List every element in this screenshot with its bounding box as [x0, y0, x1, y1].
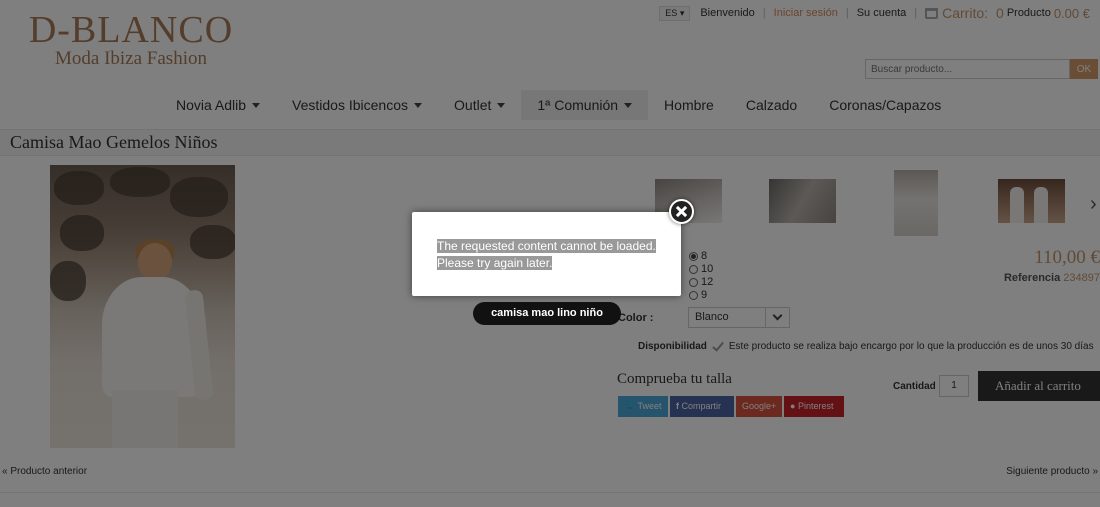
lightbox-modal: The requested content cannot be loaded. … — [412, 212, 681, 296]
lightbox-caption: camisa mao lino niño — [473, 302, 621, 325]
close-icon[interactable] — [669, 199, 694, 224]
error-message: The requested content cannot be loaded. … — [437, 239, 656, 270]
